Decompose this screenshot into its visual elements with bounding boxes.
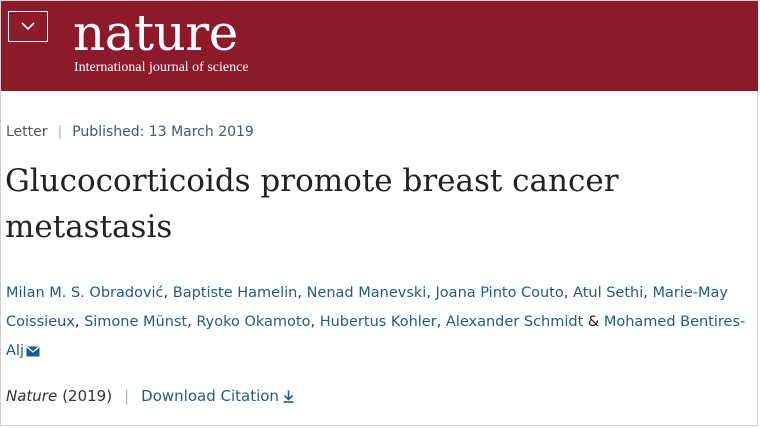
article-meta: Letter | Published: 13 March 2019 xyxy=(6,124,254,140)
download-icon xyxy=(283,390,294,403)
journal-year: (2019) xyxy=(62,387,113,405)
published-date: Published: 13 March 2019 xyxy=(72,124,254,140)
author-separator: , xyxy=(187,314,192,330)
author-link[interactable]: Joana Pinto Couto xyxy=(436,285,564,301)
author-link[interactable]: Ryoko Okamoto xyxy=(196,314,310,330)
download-citation-label: Download Citation xyxy=(141,387,279,405)
mail-icon[interactable] xyxy=(26,345,40,357)
author-separator: , xyxy=(436,314,442,330)
author-and: & xyxy=(587,314,600,330)
author-link[interactable]: Atul Sethi xyxy=(573,285,643,301)
journal-name: Nature xyxy=(6,387,58,405)
author-list: Milan M. S. Obradović, Baptiste Hamelin,… xyxy=(6,279,756,366)
article-title: Glucocorticoids promote breast cancer me… xyxy=(5,163,619,245)
author-separator: , xyxy=(310,314,316,330)
meta-divider: | xyxy=(57,124,63,140)
author-separator: , xyxy=(563,285,569,301)
citation-row: Nature (2019) | Download Citation xyxy=(6,387,294,405)
site-logo[interactable]: nature xyxy=(73,3,238,63)
author-link[interactable]: Milan M. S. Obradović xyxy=(6,285,164,301)
citation-divider: | xyxy=(124,387,130,405)
author-link[interactable]: Simone Münst xyxy=(84,314,187,330)
author-link[interactable]: Baptiste Hamelin xyxy=(173,285,298,301)
author-separator: , xyxy=(297,285,302,301)
author-separator: , xyxy=(74,314,80,330)
download-citation-link[interactable]: Download Citation xyxy=(141,387,294,405)
author-separator: , xyxy=(643,285,648,301)
author-link[interactable]: Hubertus Kohler xyxy=(320,314,437,330)
author-separator: , xyxy=(426,285,431,301)
chevron-down-icon xyxy=(21,22,35,31)
site-tagline: International journal of science xyxy=(74,60,249,75)
author-separator: , xyxy=(163,285,169,301)
article-type: Letter xyxy=(6,124,48,140)
menu-toggle-button[interactable] xyxy=(8,11,48,42)
author-link[interactable]: Alexander Schmidt xyxy=(446,314,583,330)
author-link[interactable]: Nenad Manevski xyxy=(307,285,427,301)
site-header: nature International journal of science xyxy=(1,1,758,91)
